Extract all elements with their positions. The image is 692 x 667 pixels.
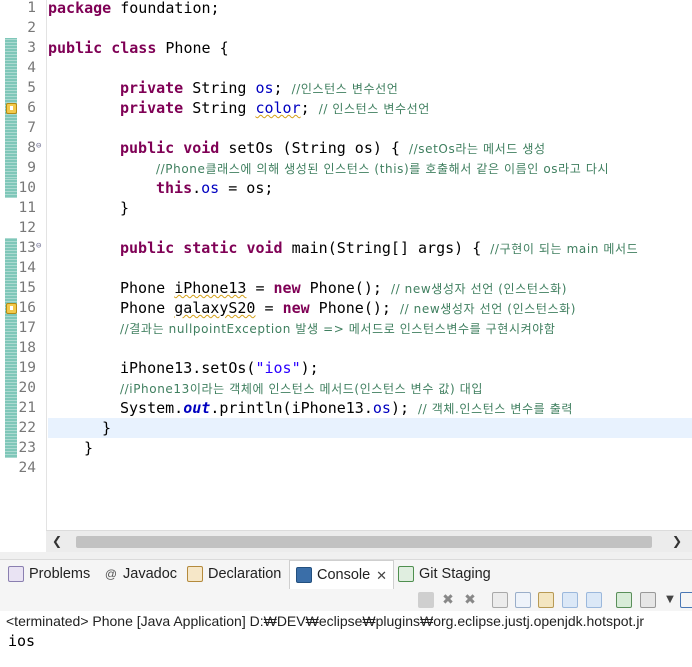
console-icon <box>296 567 312 584</box>
display-console-icon[interactable] <box>640 592 656 608</box>
chevron-down-icon[interactable]: ▼ <box>662 592 678 608</box>
code-line-23: } <box>84 439 94 457</box>
javadoc-icon: @ <box>104 567 118 582</box>
show-on-stderr-icon[interactable] <box>586 592 602 608</box>
close-icon[interactable]: ✕ <box>376 561 387 590</box>
remove-all-icon[interactable]: ✖ <box>462 592 478 608</box>
word-wrap-icon[interactable] <box>538 592 554 608</box>
show-on-stdout-icon[interactable] <box>562 592 578 608</box>
code-line-21: System.out.println(iPhone13.os); // 객체.인… <box>120 399 574 417</box>
code-line-8: public void setOs (String os) { //setOs라… <box>120 139 546 157</box>
console-status: <terminated> Phone [Java Application] D:… <box>6 613 645 629</box>
scrollbar-thumb[interactable] <box>76 536 652 548</box>
code-line-5: private String os; //인스턴스 변수선언 <box>120 79 399 97</box>
code-line-11: } <box>120 199 130 217</box>
collapse-icon[interactable]: ⊖ <box>36 236 44 256</box>
remove-launch-icon[interactable]: ✖ <box>440 592 456 608</box>
code-line-6: private String color; // 인스턴스 변수선언 <box>120 99 430 117</box>
scroll-left-icon[interactable]: ❮ <box>52 534 62 548</box>
pin-console-icon[interactable] <box>616 592 632 608</box>
panel-divider[interactable] <box>0 552 692 559</box>
scroll-right-icon[interactable]: ❯ <box>672 534 682 548</box>
code-line-13: public static void main(String[] args) {… <box>120 239 639 257</box>
code-line-9: //Phone클래스에 의해 생성된 인스턴스 (this)를 호출해서 같은 … <box>156 162 610 176</box>
tab-git-staging[interactable]: Git Staging <box>398 560 491 589</box>
git-staging-icon <box>398 566 414 583</box>
horizontal-scrollbar[interactable]: ❮ ❯ <box>46 530 692 553</box>
scroll-lock-icon[interactable] <box>515 592 531 608</box>
terminate-icon[interactable] <box>418 592 434 608</box>
code-line-10: this.os = os; <box>156 179 274 197</box>
console-view[interactable]: <terminated> Phone [Java Application] D:… <box>0 611 692 667</box>
code-line-17: //결과는 nullpointException 발생 => 메서드로 인스턴스… <box>120 322 556 336</box>
warning-icon[interactable] <box>6 103 17 114</box>
code-line-1: package foundation; <box>48 0 220 17</box>
declaration-icon <box>187 566 203 583</box>
tab-javadoc[interactable]: @ Javadoc <box>104 560 177 589</box>
warning-icon[interactable] <box>6 303 17 314</box>
bottom-panel-tabs: Problems @ Javadoc Declaration Console ✕ … <box>0 559 692 590</box>
tab-declaration[interactable]: Declaration <box>187 560 281 589</box>
code-line-22: } <box>102 419 112 437</box>
console-output: ios <box>8 632 36 650</box>
code-line-3: public class Phone { <box>48 39 229 57</box>
code-line-19: iPhone13.setOs("ios"); <box>120 359 319 377</box>
clear-console-icon[interactable] <box>492 592 508 608</box>
problems-icon <box>8 566 24 583</box>
collapse-icon[interactable]: ⊖ <box>36 136 44 156</box>
new-console-icon[interactable] <box>680 592 692 608</box>
tab-console[interactable]: Console ✕ <box>289 560 394 590</box>
code-editor[interactable]: 1 2 3 4 5 6 7 8 9 10 11 12 13 14 15 16 1… <box>0 0 692 530</box>
code-line-20: //iPhone13이라는 객체에 인스턴스 메서드(인스턴스 변수 값) 대입 <box>120 382 483 396</box>
current-line-highlight <box>48 418 692 438</box>
console-toolbar: ✖ ✖ ▼ <box>0 589 692 611</box>
coverage-ruler <box>0 0 18 530</box>
code-line-15: Phone iPhone13 = new Phone(); // new생성자 … <box>120 279 568 297</box>
tab-problems[interactable]: Problems <box>8 560 90 589</box>
code-line-16: Phone galaxyS20 = new Phone(); // new생성자… <box>120 299 577 317</box>
